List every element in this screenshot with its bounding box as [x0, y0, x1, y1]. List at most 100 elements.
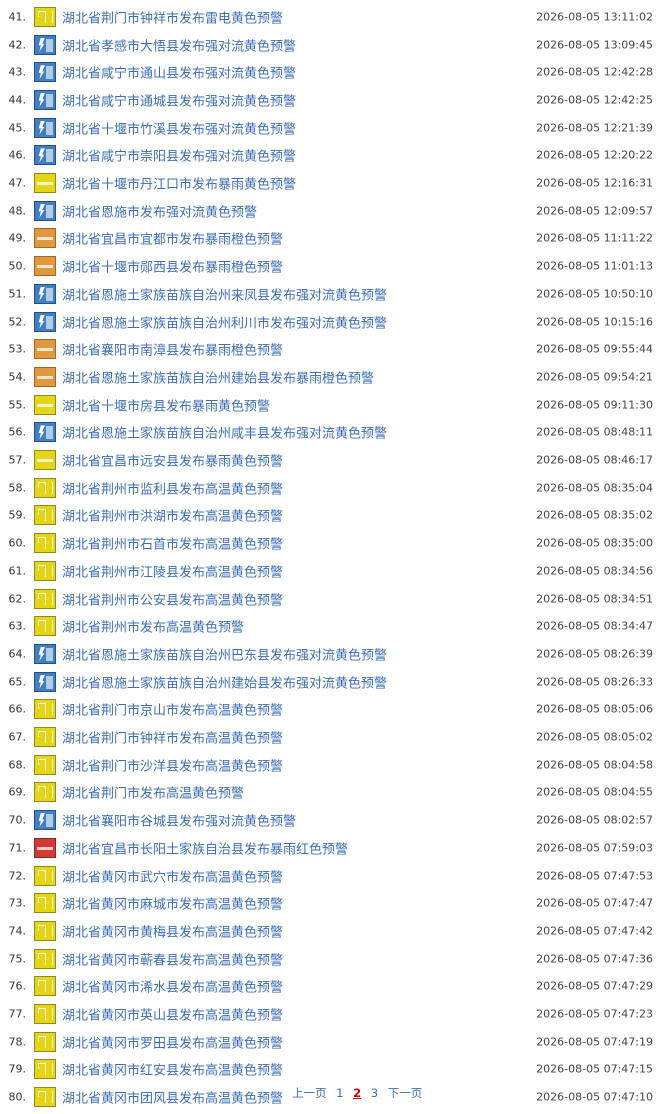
alert-title-link[interactable]: 湖北省荆门市钟祥市发布雷电黄色预警	[62, 7, 283, 26]
alert-number: 72.	[8, 869, 27, 883]
alert-row: 65. 湖北省恩施土家族苗族自治州建始县发布强对流黄色预警 2026-08-05 0…	[0, 668, 663, 696]
alert-timestamp: 2026-08-05 08:02:57	[536, 813, 653, 827]
alert-title-link[interactable]: 湖北省十堰市房县发布暴雨黄色预警	[62, 395, 270, 414]
alert-title-link[interactable]: 湖北省恩施土家族苗族自治州咸丰县发布强对流黄色预警	[62, 423, 387, 442]
alert-title-link[interactable]: 湖北省荆门市京山市发布高温黄色预警	[62, 700, 283, 719]
alert-title-link[interactable]: 湖北省宜昌市宜都市发布暴雨橙色预警	[62, 229, 283, 248]
alert-number: 55.	[8, 398, 27, 412]
alert-title-link[interactable]: 湖北省荆州市发布高温黄色预警	[62, 617, 244, 636]
alert-title-link[interactable]: 湖北省黄冈市英山县发布高温黄色预警	[62, 1005, 283, 1024]
alert-title-link[interactable]: 湖北省荆州市公安县发布高温黄色预警	[62, 589, 283, 608]
yellow-grid-warning-icon	[34, 782, 56, 803]
alert-number: 77.	[8, 1007, 27, 1021]
alert-number: 52.	[8, 315, 27, 329]
yellow-grid-warning-icon	[34, 588, 56, 609]
page-link-3[interactable]: 3	[371, 1086, 378, 1100]
alert-title-link[interactable]: 湖北省荆州市监利县发布高温黄色预警	[62, 478, 283, 497]
alert-title-link[interactable]: 湖北省恩施土家族苗族自治州建始县发布强对流黄色预警	[62, 672, 387, 691]
alert-title-link[interactable]: 湖北省咸宁市崇阳县发布强对流黄色预警	[62, 146, 296, 165]
alert-row: 51. 湖北省恩施土家族苗族自治州来凤县发布强对流黄色预警 2026-08-05 1…	[0, 280, 663, 308]
orange-bar-warning-icon	[34, 256, 56, 277]
alert-row: 66. 湖北省荆门市京山市发布高温黄色预警 2026-08-05 08:05:06	[0, 696, 663, 724]
alert-title-link[interactable]: 湖北省荆门市沙洋县发布高温黄色预警	[62, 755, 283, 774]
page-link-1[interactable]: 1	[336, 1086, 343, 1100]
blue-bolt-warning-icon	[34, 34, 56, 55]
alert-row: 67. 湖北省荆门市钟祥市发布高温黄色预警 2026-08-05 08:05:02	[0, 723, 663, 751]
alert-title-link[interactable]: 湖北省十堰市郧西县发布暴雨橙色预警	[62, 257, 283, 276]
alert-title-link[interactable]: 湖北省恩施土家族苗族自治州利川市发布强对流黄色预警	[62, 312, 387, 331]
alert-title-link[interactable]: 湖北省宜昌市长阳土家族自治县发布暴雨红色预警	[62, 838, 348, 857]
alert-number: 70.	[8, 813, 27, 827]
alert-title-link[interactable]: 湖北省襄阳市谷城县发布强对流黄色预警	[62, 811, 296, 830]
alert-row: 71. 湖北省宜昌市长阳土家族自治县发布暴雨红色预警 2026-08-05 07:5…	[0, 834, 663, 862]
blue-bolt-warning-icon	[34, 145, 56, 166]
alert-timestamp: 2026-08-05 10:50:10	[536, 287, 653, 301]
alert-number: 59.	[8, 508, 27, 522]
next-page-link[interactable]: 下一页	[388, 1086, 423, 1100]
alert-row: 48. 湖北省恩施市发布强对流黄色预警 2026-08-05 12:09:57	[0, 197, 663, 225]
alert-title-link[interactable]: 湖北省荆州市江陵县发布高温黄色预警	[62, 561, 283, 580]
blue-bolt-warning-icon	[34, 200, 56, 221]
alert-title-link[interactable]: 湖北省黄冈市黄梅县发布高温黄色预警	[62, 921, 283, 940]
alert-number: 45.	[8, 121, 27, 135]
alert-row: 60. 湖北省荆州市石首市发布高温黄色预警 2026-08-05 08:35:00	[0, 529, 663, 557]
alert-title-link[interactable]: 湖北省恩施土家族苗族自治州建始县发布暴雨橙色预警	[62, 367, 374, 386]
alert-title-link[interactable]: 湖北省荆州市石首市发布高温黄色预警	[62, 534, 283, 553]
alert-row: 42. 湖北省孝感市大悟县发布强对流黄色预警 2026-08-05 13:09:45	[0, 31, 663, 59]
alert-row: 52. 湖北省恩施土家族苗族自治州利川市发布强对流黄色预警 2026-08-05 1…	[0, 308, 663, 336]
alert-row: 41. 湖北省荆门市钟祥市发布雷电黄色预警 2026-08-05 13:11:02	[0, 3, 663, 31]
prev-page-link[interactable]: 上一页	[292, 1086, 327, 1100]
alert-title-link[interactable]: 湖北省咸宁市通城县发布强对流黄色预警	[62, 90, 296, 109]
alert-title-link[interactable]: 湖北省黄冈市红安县发布高温黄色预警	[62, 1060, 283, 1079]
alert-title-link[interactable]: 湖北省恩施市发布强对流黄色预警	[62, 201, 257, 220]
alert-number: 71.	[8, 841, 27, 855]
page-link-2-current[interactable]: 2	[353, 1086, 361, 1100]
alert-timestamp: 2026-08-05 08:35:02	[536, 508, 653, 522]
alert-row: 75. 湖北省黄冈市蕲春县发布高温黄色预警 2026-08-05 07:47:36	[0, 945, 663, 973]
alert-number: 67.	[8, 730, 27, 744]
yellow-grid-warning-icon	[34, 6, 56, 27]
yellow-grid-warning-icon	[34, 1004, 56, 1025]
alert-title-link[interactable]: 湖北省孝感市大悟县发布强对流黄色预警	[62, 35, 296, 54]
yellow-bar-warning-icon	[34, 394, 56, 415]
alert-timestamp: 2026-08-05 08:04:55	[536, 785, 653, 799]
alert-number: 74.	[8, 924, 27, 938]
alert-title-link[interactable]: 湖北省荆门市发布高温黄色预警	[62, 783, 244, 802]
alert-number: 58.	[8, 481, 27, 495]
alert-title-link[interactable]: 湖北省十堰市丹江口市发布暴雨黄色预警	[62, 174, 296, 193]
alert-title-link[interactable]: 湖北省十堰市竹溪县发布强对流黄色预警	[62, 118, 296, 137]
alert-title-link[interactable]: 湖北省咸宁市通山县发布强对流黄色预警	[62, 63, 296, 82]
alert-row: 50. 湖北省十堰市郧西县发布暴雨橙色预警 2026-08-05 11:01:13	[0, 252, 663, 280]
alert-row: 77. 湖北省黄冈市英山县发布高温黄色预警 2026-08-05 07:47:23	[0, 1000, 663, 1028]
blue-bolt-warning-icon	[34, 810, 56, 831]
alert-title-link[interactable]: 湖北省黄冈市罗田县发布高温黄色预警	[62, 1032, 283, 1051]
alert-number: 61.	[8, 564, 27, 578]
alert-title-link[interactable]: 湖北省黄冈市蕲春县发布高温黄色预警	[62, 949, 283, 968]
yellow-grid-warning-icon	[34, 976, 56, 997]
alert-title-link[interactable]: 湖北省黄冈市武穴市发布高温黄色预警	[62, 866, 283, 885]
alert-title-link[interactable]: 湖北省恩施土家族苗族自治州来凤县发布强对流黄色预警	[62, 284, 387, 303]
alert-title-link[interactable]: 湖北省荆门市钟祥市发布高温黄色预警	[62, 728, 283, 747]
alert-timestamp: 2026-08-05 13:09:45	[536, 38, 653, 52]
alert-row: 78. 湖北省黄冈市罗田县发布高温黄色预警 2026-08-05 07:47:19	[0, 1028, 663, 1056]
alert-timestamp: 2026-08-05 07:47:36	[536, 952, 653, 966]
alert-number: 78.	[8, 1035, 27, 1049]
alert-timestamp: 2026-08-05 08:05:06	[536, 702, 653, 716]
alert-title-link[interactable]: 湖北省荆州市洪湖市发布高温黄色预警	[62, 506, 283, 525]
alert-title-link[interactable]: 湖北省黄冈市浠水县发布高温黄色预警	[62, 977, 283, 996]
alert-timestamp: 2026-08-05 07:59:03	[536, 841, 653, 855]
alert-timestamp: 2026-08-05 08:34:56	[536, 564, 653, 578]
blue-bolt-warning-icon	[34, 89, 56, 110]
alert-row: 61. 湖北省荆州市江陵县发布高温黄色预警 2026-08-05 08:34:56	[0, 557, 663, 585]
alert-row: 43. 湖北省咸宁市通山县发布强对流黄色预警 2026-08-05 12:42:28	[0, 58, 663, 86]
alert-number: 68.	[8, 758, 27, 772]
alert-title-link[interactable]: 湖北省宜昌市远安县发布暴雨黄色预警	[62, 451, 283, 470]
alert-title-link[interactable]: 湖北省黄冈市团风县发布高温黄色预警	[62, 1088, 283, 1107]
alert-title-link[interactable]: 湖北省襄阳市南漳县发布暴雨橙色预警	[62, 340, 283, 359]
alert-timestamp: 2026-08-05 12:20:22	[536, 148, 653, 162]
alert-title-link[interactable]: 湖北省恩施土家族苗族自治州巴东县发布强对流黄色预警	[62, 644, 387, 663]
alert-number: 41.	[8, 10, 27, 24]
alert-timestamp: 2026-08-05 12:42:25	[536, 93, 653, 107]
blue-bolt-warning-icon	[34, 311, 56, 332]
alert-title-link[interactable]: 湖北省黄冈市麻城市发布高温黄色预警	[62, 894, 283, 913]
